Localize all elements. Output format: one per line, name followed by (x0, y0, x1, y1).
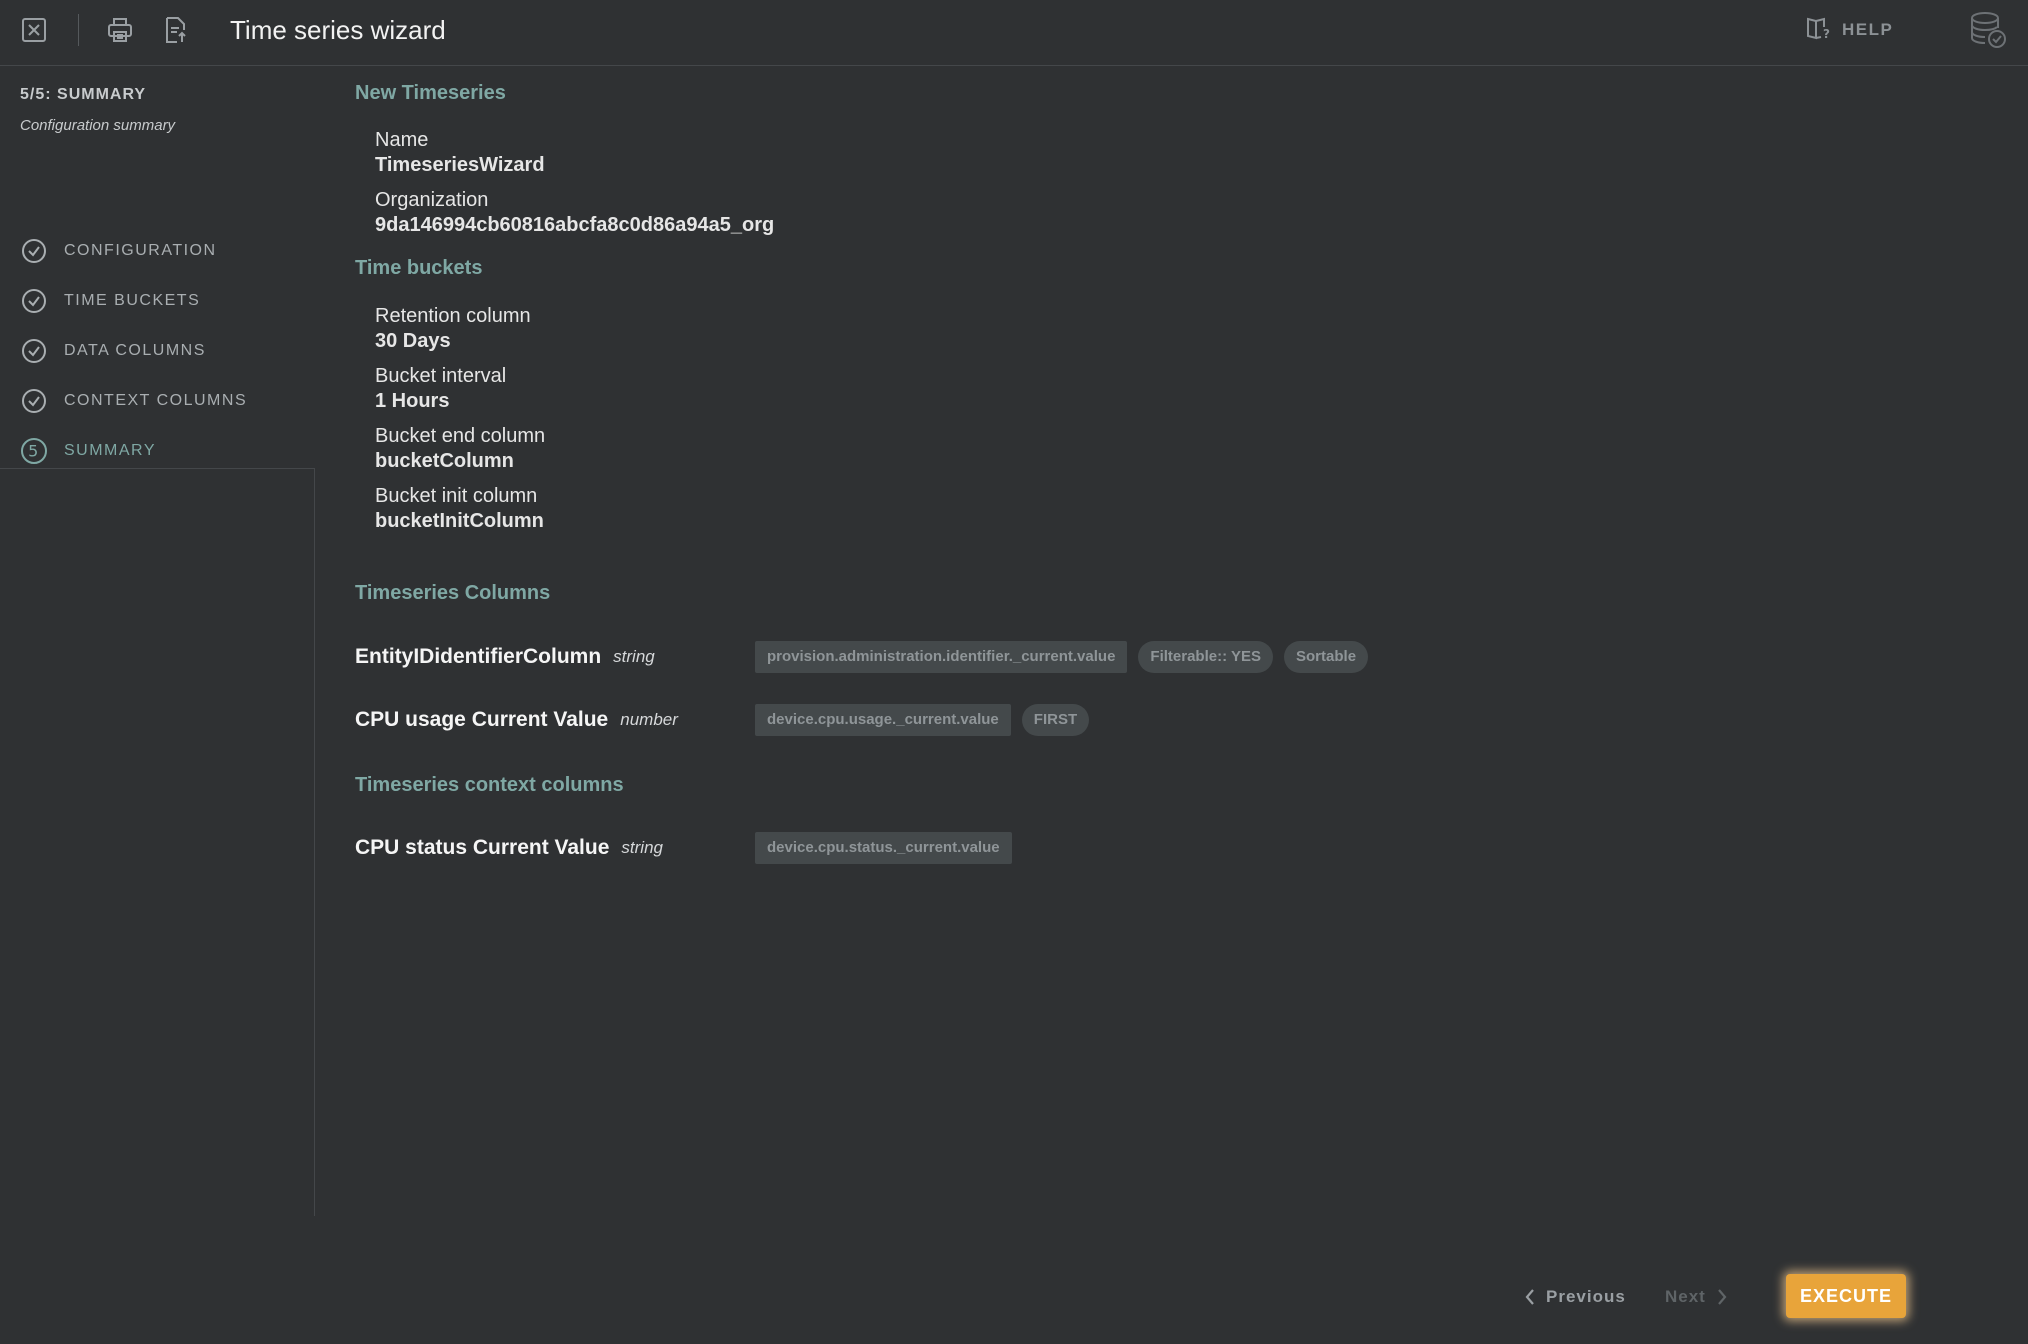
close-icon[interactable] (18, 14, 50, 46)
column-type: number (620, 710, 678, 729)
tag-sortable: Sortable (1284, 641, 1369, 673)
previous-label: Previous (1546, 1287, 1626, 1306)
column-tags: device.cpu.status._current.value (755, 831, 1012, 865)
field-value: 1 Hours (375, 390, 450, 412)
step-number: 5 (28, 442, 40, 461)
column-name: CPU status Current Value (355, 836, 610, 859)
chevron-left-icon (1525, 1289, 1534, 1305)
field-bucket-end: Bucket end column bucketColumn (375, 423, 545, 473)
field-label: Retention column (375, 305, 531, 327)
next-label: Next (1665, 1287, 1706, 1306)
column-type: string (621, 838, 663, 857)
tag-path: device.cpu.status._current.value (755, 832, 1012, 864)
column-row: EntityIDidentifierColumn string (355, 640, 655, 674)
column-tags: provision.administration.identifier._cur… (755, 640, 1369, 674)
tag-path: device.cpu.usage._current.value (755, 704, 1011, 736)
svg-text:?: ? (1823, 27, 1831, 40)
tag-filterable: Filterable:: YES (1138, 641, 1274, 673)
top-bar: Time series wizard ? HELP (0, 0, 2028, 66)
step-subtitle: Configuration summary (20, 117, 176, 134)
field-value: 30 Days (375, 330, 451, 352)
step-label: CONTEXT COLUMNS (64, 392, 248, 409)
field-label: Bucket end column (375, 425, 546, 447)
help-button[interactable]: ? HELP (1806, 14, 1893, 46)
export-document-icon[interactable] (160, 14, 192, 46)
section-context-columns: Timeseries context columns (355, 774, 624, 796)
column-row: CPU status Current Value string (355, 831, 663, 865)
field-bucket-init: Bucket init column bucketInitColumn (375, 483, 544, 533)
field-organization: Organization 9da146994cb60816abcfa8c0d86… (375, 187, 774, 237)
step-label: SUMMARY (64, 442, 156, 459)
step-title: 5/5: SUMMARY (20, 86, 147, 103)
database-check-icon[interactable] (1968, 10, 2008, 50)
section-time-buckets: Time buckets (355, 257, 483, 279)
check-circle-icon (22, 289, 46, 313)
field-label: Organization (375, 189, 489, 211)
field-value: bucketColumn (375, 450, 514, 472)
step-configuration[interactable]: CONFIGURATION (20, 226, 310, 276)
check-circle-icon (22, 239, 46, 263)
field-label: Name (375, 129, 429, 151)
field-bucket-interval: Bucket interval 1 Hours (375, 363, 506, 413)
section-new-timeseries: New Timeseries (355, 82, 506, 104)
page-title: Time series wizard (230, 15, 446, 45)
field-value: 9da146994cb60816abcfa8c0d86a94a5_org (375, 214, 775, 236)
field-name: Name TimeseriesWizard (375, 127, 545, 177)
column-name: CPU usage Current Value (355, 708, 609, 731)
sidebar-panel (0, 468, 315, 1216)
toolbar-divider (78, 14, 79, 46)
check-circle-icon (22, 389, 46, 413)
check-circle-icon (22, 339, 46, 363)
section-timeseries-columns: Timeseries Columns (355, 582, 551, 604)
execute-button[interactable]: EXECUTE (1786, 1274, 1906, 1318)
previous-button[interactable]: Previous (1524, 1282, 1626, 1312)
tag-aggregation: FIRST (1021, 704, 1090, 736)
print-icon[interactable] (104, 14, 136, 46)
field-value: TimeseriesWizard (375, 154, 545, 176)
step-label: DATA COLUMNS (64, 342, 206, 359)
field-label: Bucket init column (375, 485, 538, 507)
step-label: TIME BUCKETS (64, 292, 201, 309)
column-name: EntityIDidentifierColumn (355, 645, 602, 668)
chevron-right-icon (1718, 1289, 1727, 1305)
help-label: HELP (1842, 20, 1894, 39)
field-retention: Retention column 30 Days (375, 303, 531, 353)
field-value: bucketInitColumn (375, 510, 544, 532)
step-number-icon: 5 (21, 438, 47, 464)
step-context-columns[interactable]: CONTEXT COLUMNS (20, 376, 310, 426)
column-type: string (613, 647, 655, 666)
wizard-steps: CONFIGURATION TIME BUCKETS DATA COLUMNS … (20, 226, 310, 476)
step-label: CONFIGURATION (64, 242, 217, 259)
step-time-buckets[interactable]: TIME BUCKETS (20, 276, 310, 326)
step-data-columns[interactable]: DATA COLUMNS (20, 326, 310, 376)
column-tags: device.cpu.usage._current.value FIRST (755, 703, 1090, 737)
help-book-icon: ? (1806, 16, 1832, 45)
next-button[interactable]: Next (1665, 1282, 1728, 1312)
column-row: CPU usage Current Value number (355, 703, 678, 737)
field-label: Bucket interval (375, 365, 507, 387)
tag-path: provision.administration.identifier._cur… (755, 641, 1128, 673)
